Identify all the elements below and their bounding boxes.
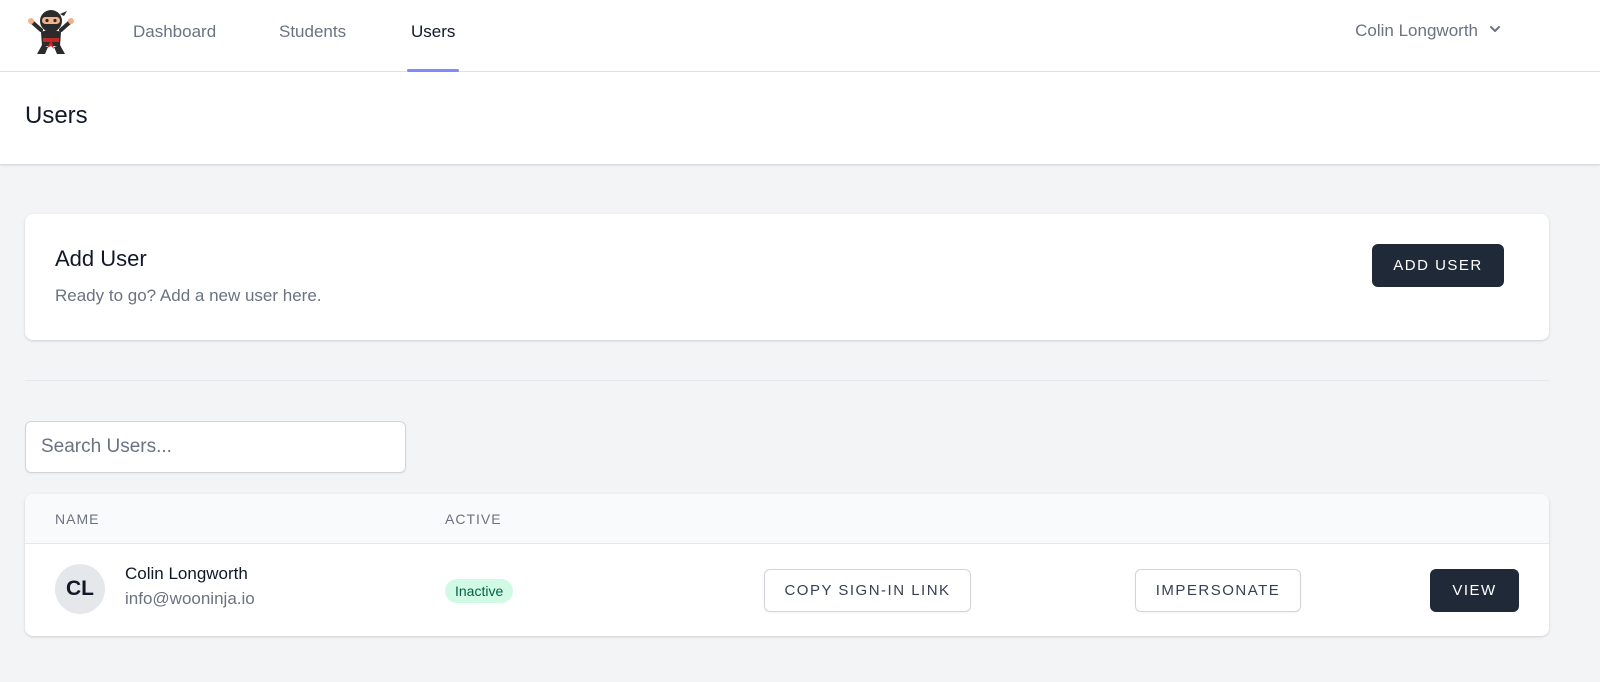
column-header-name: NAME [55, 511, 100, 527]
column-header-active: ACTIVE [445, 511, 502, 527]
page-title: Users [25, 102, 88, 129]
users-table: NAME ACTIVE CL Colin Longworth info@woon… [25, 494, 1549, 636]
search-users-input[interactable] [25, 421, 406, 473]
add-user-button[interactable]: ADD USER [1372, 244, 1504, 287]
avatar: CL [55, 564, 105, 614]
impersonate-button[interactable]: IMPERSONATE [1135, 569, 1301, 612]
view-button[interactable]: VIEW [1430, 569, 1519, 612]
user-menu-name: Colin Longworth [1355, 21, 1478, 40]
copy-sign-in-link-button[interactable]: COPY SIGN-IN LINK [764, 569, 971, 612]
nav-link-users-label: Users [411, 22, 456, 41]
nav-link-dashboard[interactable]: Dashboard [133, 0, 216, 72]
add-user-card-title: Add User [55, 246, 147, 271]
add-user-card-subtitle: Ready to go? Add a new user here. [55, 286, 322, 305]
section-divider [25, 380, 1549, 381]
status-badge: Inactive [445, 579, 514, 603]
user-menu[interactable]: Colin Longworth [1355, 0, 1502, 62]
table-row: CL Colin Longworth info@wooninja.io Inac… [25, 544, 1549, 636]
user-email: info@wooninja.io [125, 589, 255, 608]
nav-link-students[interactable]: Students [279, 0, 346, 72]
page-header: Users [0, 72, 1600, 164]
add-user-card: Add User Ready to go? Add a new user her… [25, 214, 1549, 340]
chevron-down-icon [1488, 21, 1502, 41]
user-name: Colin Longworth [125, 564, 248, 583]
top-navbar: Dashboard Students Users Colin Longworth [0, 0, 1600, 72]
ninja-logo-icon[interactable] [24, 8, 78, 56]
table-header: NAME ACTIVE [25, 494, 1549, 544]
nav-link-users[interactable]: Users [407, 0, 460, 72]
